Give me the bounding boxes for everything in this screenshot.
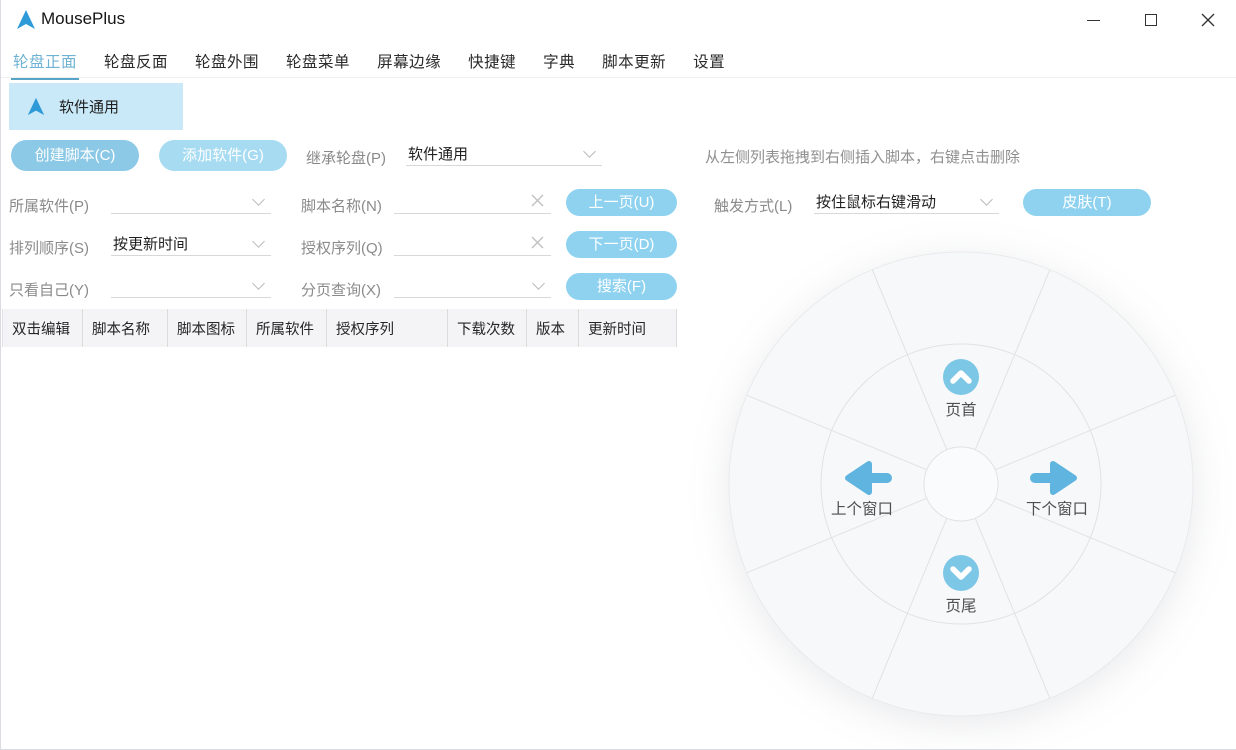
tab-script-update[interactable]: 脚本更新 [602, 50, 666, 72]
window-controls [1065, 0, 1236, 40]
create-script-button[interactable]: 创建脚本(C) [11, 140, 139, 171]
tab-wheel-menu[interactable]: 轮盘菜单 [286, 50, 350, 72]
wheel-slot-label: 下个窗口 [1026, 500, 1088, 518]
col-license-serial[interactable]: 授权序列 [327, 309, 448, 347]
page-query-label: 分页查询(X) [301, 282, 381, 299]
wheel-center-hub[interactable] [923, 446, 999, 522]
clear-icon[interactable] [530, 193, 545, 208]
maximize-button[interactable] [1122, 0, 1179, 40]
main-tab-bar: 轮盘正面 轮盘反面 轮盘外围 轮盘菜单 屏幕边缘 快捷键 字典 脚本更新 设置 [1, 44, 1236, 80]
wheel-slot-bottom[interactable]: 页尾 [943, 555, 979, 615]
add-software-button[interactable]: 添加软件(G) [159, 140, 287, 171]
sort-order-value: 按更新时间 [113, 236, 189, 253]
titlebar: MousePlus [1, 0, 1236, 40]
search-button[interactable]: 搜索(F) [566, 273, 677, 300]
inherit-wheel-dropdown[interactable]: 软件通用 [406, 140, 602, 166]
clear-icon[interactable] [530, 235, 545, 250]
wheel-slot-label: 页尾 [945, 598, 976, 615]
close-button[interactable] [1179, 0, 1236, 40]
col-script-name[interactable]: 脚本名称 [83, 309, 168, 347]
only-mine-label: 只看自己(Y) [9, 282, 89, 299]
chevron-down-icon [252, 277, 265, 290]
next-page-button[interactable]: 下一页(D) [566, 231, 677, 258]
mouseplus-window: { "window": { "title": "MousePlus", "con… [0, 0, 1236, 750]
col-double-click-edit[interactable]: 双击编辑 [3, 309, 83, 347]
app-title: MousePlus [41, 9, 126, 28]
page-query-dropdown[interactable] [394, 272, 551, 298]
prev-page-button[interactable]: 上一页(U) [566, 189, 677, 216]
chevron-down-icon [252, 235, 265, 248]
col-owner-software[interactable]: 所属软件 [247, 309, 327, 347]
license-serial-input[interactable] [394, 230, 551, 256]
chevron-down-icon [583, 145, 596, 158]
tab-wheel-outer[interactable]: 轮盘外围 [195, 50, 259, 72]
col-download-count[interactable]: 下载次数 [448, 309, 527, 347]
trigger-mode-dropdown[interactable]: 按住鼠标右键滑动 [814, 188, 999, 214]
selected-wheel-label: 软件通用 [59, 99, 120, 116]
chevron-down-icon [532, 277, 545, 290]
wheel-slot-label: 页首 [945, 401, 976, 419]
close-icon [1201, 13, 1214, 27]
script-name-label: 脚本名称(N) [301, 198, 382, 215]
inherit-wheel-label: 继承轮盘(P) [306, 150, 386, 167]
chevron-down-icon [252, 193, 265, 206]
skin-button[interactable]: 皮肤(T) [1023, 189, 1151, 216]
col-script-icon[interactable]: 脚本图标 [168, 309, 247, 347]
trigger-mode-label: 触发方式(L) [714, 198, 793, 215]
wheel-item-logo-icon [27, 97, 45, 115]
wheel-slot-label: 上个窗口 [831, 500, 893, 518]
owner-software-label: 所属软件(P) [9, 198, 89, 215]
selected-wheel-item[interactable]: 软件通用 [9, 83, 183, 130]
script-table-header: 双击编辑 脚本名称 脚本图标 所属软件 授权序列 下载次数 版本 更新时间 [2, 309, 677, 347]
inherit-wheel-value: 软件通用 [408, 146, 469, 163]
col-update-time[interactable]: 更新时间 [579, 309, 677, 347]
tab-wheel-back[interactable]: 轮盘反面 [104, 50, 168, 72]
wheel-slot-top[interactable]: 页首 [943, 359, 979, 419]
chevron-down-icon [980, 193, 993, 206]
license-serial-label: 授权序列(Q) [301, 240, 383, 257]
chevron-down-circle-icon [943, 555, 979, 591]
drag-hint-text: 从左侧列表拖拽到右侧插入脚本，右键点击删除 [705, 149, 1021, 166]
owner-software-dropdown[interactable] [111, 188, 271, 214]
chevron-up-circle-icon [943, 359, 979, 395]
app-logo-icon [17, 10, 35, 29]
tab-screen-edge[interactable]: 屏幕边缘 [377, 50, 441, 72]
sort-order-dropdown[interactable]: 按更新时间 [111, 230, 271, 256]
tab-wheel-front[interactable]: 轮盘正面 [10, 50, 80, 80]
sort-order-label: 排列顺序(S) [9, 240, 89, 257]
minimize-icon [1087, 19, 1100, 21]
trigger-mode-value: 按住鼠标右键滑动 [816, 194, 937, 211]
only-mine-dropdown[interactable] [111, 272, 271, 298]
gesture-wheel[interactable]: 页首 页尾 上个窗口 下个窗口 [726, 249, 1196, 719]
col-version[interactable]: 版本 [527, 309, 579, 347]
tab-hotkeys[interactable]: 快捷键 [468, 50, 516, 72]
minimize-button[interactable] [1065, 0, 1122, 40]
script-name-input[interactable] [394, 188, 551, 214]
tab-dictionary[interactable]: 字典 [543, 50, 575, 72]
tab-settings[interactable]: 设置 [693, 50, 725, 72]
maximize-icon [1144, 14, 1157, 26]
